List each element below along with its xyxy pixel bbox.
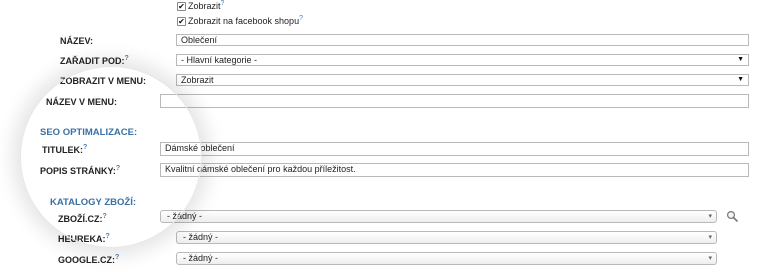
titulek-input[interactable]: Dámské oblečení — [160, 142, 749, 156]
nazev-v-menu-label: NÁZEV V MENU: — [46, 97, 118, 107]
zobrazit-v-menu-select[interactable]: Zobrazit ▼ — [176, 74, 749, 86]
zaradit-pod-select[interactable]: - Hlavní kategorie - ▼ — [176, 54, 749, 66]
heureka-label: HEUREKA:? — [58, 233, 110, 244]
help-icon[interactable]: ? — [115, 254, 119, 261]
heureka-value: - žádný - — [183, 232, 219, 242]
zbozi-cz-select[interactable]: - žádný - ▾ — [160, 210, 717, 223]
seo-section-heading: SEO OPTIMALIZACE: — [40, 127, 138, 138]
dropdown-arrow-icon: ▼ — [737, 56, 744, 63]
zbozi-cz-label: ZBOŽÍ.CZ:? — [58, 213, 107, 224]
dropdown-arrow-icon: ▾ — [708, 234, 712, 241]
zobrazit-facebook-label: Zobrazit na facebook shopu? — [188, 15, 303, 26]
help-icon[interactable]: ? — [83, 144, 87, 151]
zobrazit-v-menu-label: ZOBRAZIT V MENU: — [60, 76, 146, 86]
heureka-select[interactable]: - žádný - ▾ — [176, 231, 717, 244]
zbozi-cz-value: - žádný - — [167, 211, 203, 221]
popis-stranky-label: POPIS STRÁNKY:? — [40, 165, 121, 176]
help-icon[interactable]: ? — [221, 0, 225, 7]
dropdown-arrow-icon: ▾ — [708, 255, 712, 262]
zobrazit-facebook-checkbox[interactable]: ✔ — [177, 17, 186, 26]
popis-stranky-input[interactable]: Kvalitní dámské oblečení pro každou příl… — [160, 163, 749, 177]
help-icon[interactable]: ? — [106, 233, 110, 240]
zaradit-pod-label: ZAŘADIT POD:? — [60, 55, 129, 66]
dropdown-arrow-icon: ▼ — [737, 76, 744, 83]
katalogy-section-heading: KATALOGY ZBOŽÍ: — [50, 197, 137, 208]
nazev-label: NÁZEV: — [60, 36, 94, 46]
help-icon[interactable]: ? — [116, 165, 120, 172]
zaradit-pod-value: - Hlavní kategorie - — [181, 55, 258, 65]
google-cz-value: - žádný - — [183, 253, 219, 263]
help-icon[interactable]: ? — [103, 213, 107, 220]
zobrazit-label: Zobrazit? — [188, 0, 225, 11]
help-icon[interactable]: ? — [125, 55, 129, 62]
help-icon[interactable]: ? — [299, 15, 303, 22]
titulek-label: TITULEK:? — [42, 144, 88, 155]
google-cz-select[interactable]: - žádný - ▾ — [176, 252, 717, 265]
google-cz-label: GOOGLE.CZ:? — [58, 254, 120, 265]
zobrazit-v-menu-value: Zobrazit — [181, 75, 214, 85]
dropdown-arrow-icon: ▾ — [708, 213, 712, 220]
zobrazit-checkbox[interactable]: ✔ — [177, 2, 186, 11]
nazev-input[interactable]: Oblečení — [176, 34, 749, 46]
nazev-v-menu-input[interactable] — [160, 94, 749, 108]
search-icon[interactable] — [726, 210, 738, 222]
